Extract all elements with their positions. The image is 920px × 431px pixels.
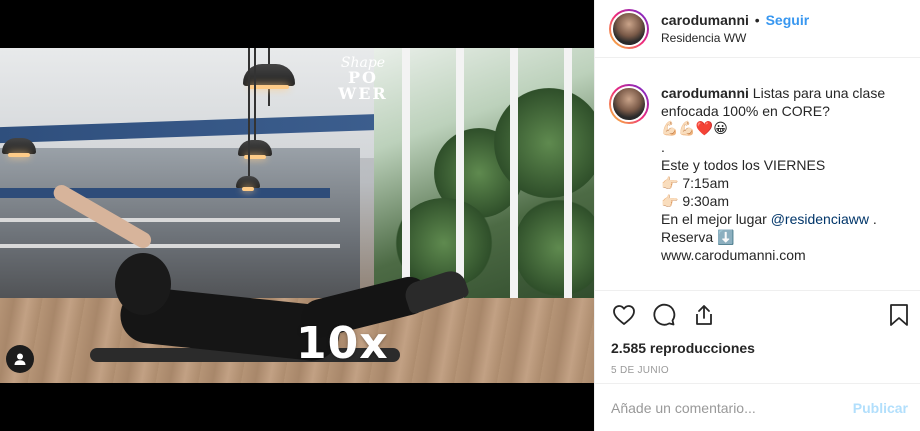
caption-line: 👉🏻 9:30am	[661, 193, 730, 209]
user-icon	[14, 353, 26, 365]
post-date[interactable]: 5 DE JUNIO	[595, 365, 920, 376]
post-header: carodumanni • Seguir Residencia WW	[595, 0, 920, 58]
avatar[interactable]	[609, 84, 649, 124]
caption-link[interactable]: www.carodumanni.com	[661, 246, 904, 264]
ballet-barre	[0, 244, 340, 248]
follow-button[interactable]: Seguir	[766, 12, 810, 28]
woman-head	[115, 253, 171, 315]
avatar[interactable]	[609, 8, 649, 49]
username-link[interactable]: carodumanni	[661, 12, 749, 28]
comment-input[interactable]	[611, 399, 853, 416]
mention-link[interactable]: @residenciaww	[771, 211, 869, 227]
caption-emoji-line: 💪🏻💪🏻❤️😀	[661, 121, 728, 137]
action-bar	[595, 291, 920, 339]
shape-power-logo: Shape PO WER	[330, 56, 396, 102]
caption-line: enfocada 100% en CORE?	[661, 103, 830, 119]
comment-button[interactable]	[651, 302, 677, 328]
reps-overlay-text: 10x	[296, 318, 389, 369]
pendant-lamp	[2, 138, 36, 157]
post-side-panel: carodumanni • Seguir Residencia WW carod…	[594, 0, 920, 431]
caption-line: Reserva ⬇️	[661, 229, 735, 245]
comment-icon	[653, 303, 676, 326]
caption-text: carodumanni Listas para una clase enfoca…	[661, 84, 904, 290]
garden-windows	[374, 48, 594, 308]
view-count[interactable]: 2.585 reproducciones	[595, 339, 920, 357]
caption-section[interactable]: carodumanni Listas para una clase enfoca…	[595, 58, 920, 291]
caption-line: .	[661, 139, 665, 155]
pendant-lamp	[236, 176, 260, 191]
separator-dot: •	[754, 12, 760, 28]
video-pane[interactable]: Shape PO WER 10x	[0, 0, 594, 431]
user-icon[interactable]	[6, 345, 34, 373]
logo-line: WER	[338, 84, 388, 103]
like-button[interactable]	[611, 302, 637, 328]
wall-beam	[0, 188, 330, 198]
pendant-lamp	[238, 140, 272, 159]
share-button[interactable]	[691, 302, 717, 328]
publish-button[interactable]: Publicar	[853, 400, 908, 416]
caption-username[interactable]: carodumanni	[661, 85, 749, 101]
share-icon	[696, 305, 712, 325]
instagram-post-modal: Shape PO WER 10x carodumanni • Seguir Re…	[0, 0, 920, 431]
comment-form: Publicar	[595, 383, 920, 431]
location-link[interactable]: Residencia WW	[661, 30, 809, 46]
bookmark-icon	[890, 304, 908, 326]
caption-line: Este y todos los VIERNES	[661, 157, 826, 173]
caption-line: En el mejor lugar	[661, 211, 767, 227]
caption-line: 👉🏻 7:15am	[661, 175, 730, 191]
save-button[interactable]	[886, 302, 912, 328]
caption-line: Listas para una clase	[752, 85, 886, 101]
pendant-lamp	[243, 64, 295, 89]
video-frame[interactable]: Shape PO WER 10x	[0, 48, 594, 383]
heart-icon	[613, 305, 635, 325]
ballet-barre	[0, 218, 340, 222]
caption-line: .	[872, 211, 877, 227]
